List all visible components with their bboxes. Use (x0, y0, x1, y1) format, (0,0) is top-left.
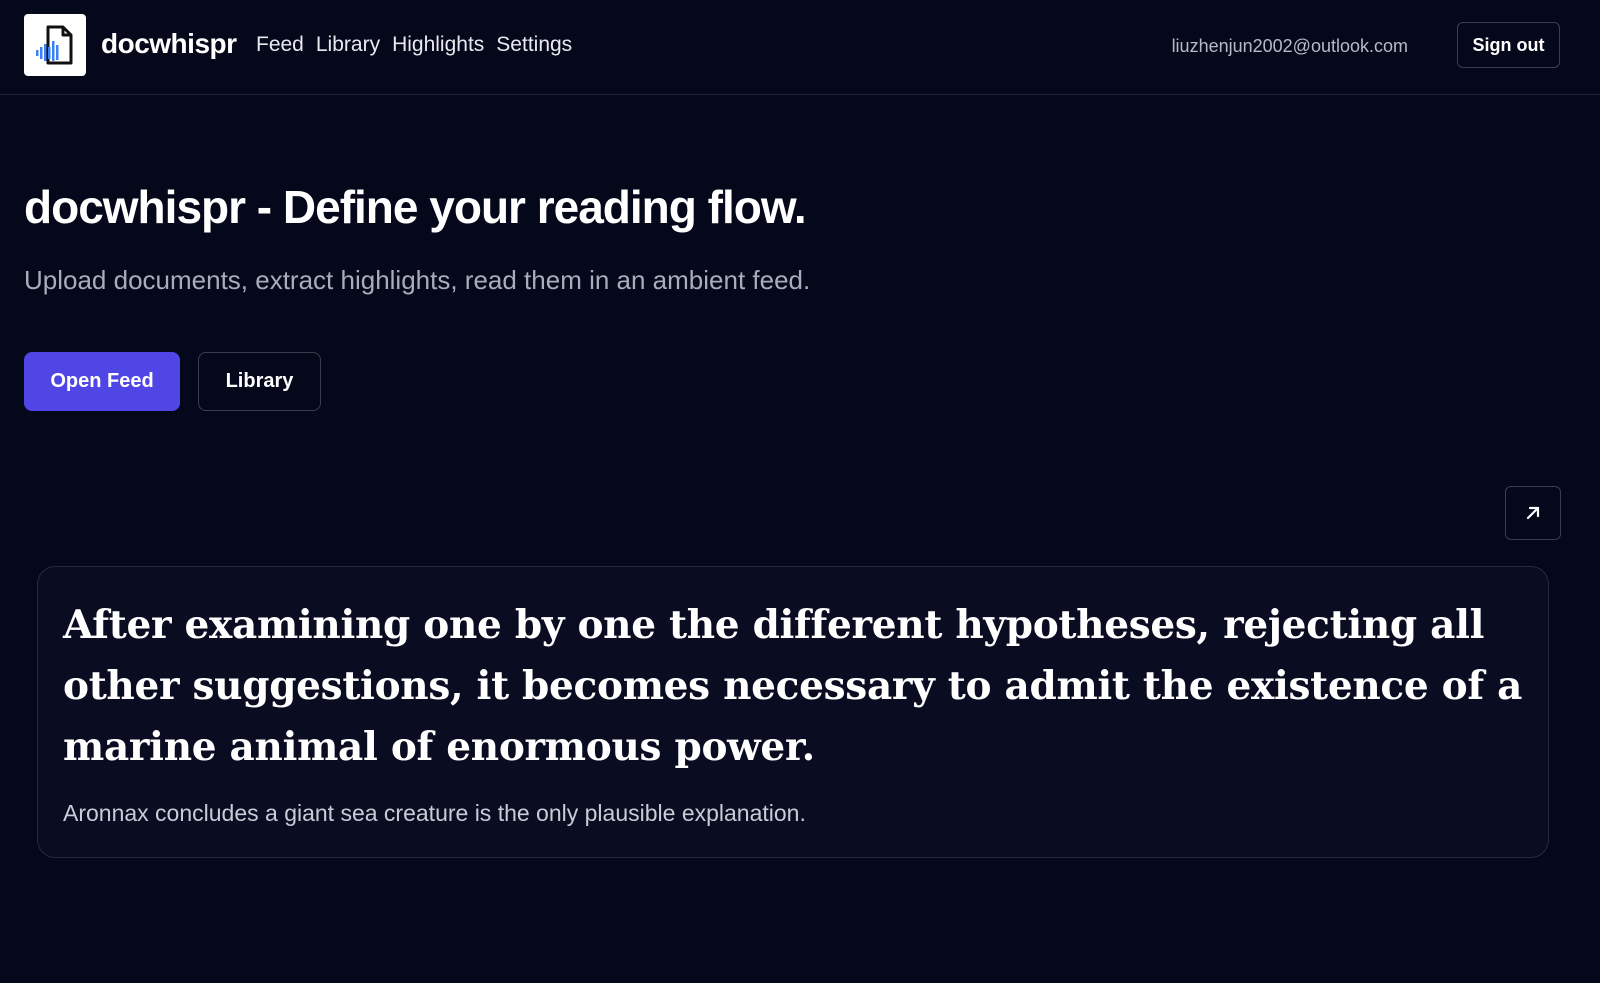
nav-settings[interactable]: Settings (496, 33, 572, 57)
app-logo[interactable] (24, 14, 86, 76)
top-navbar: docwhispr Feed Library Highlights Settin… (0, 0, 1600, 95)
library-button[interactable]: Library (198, 352, 321, 411)
nav-highlights[interactable]: Highlights (392, 33, 484, 57)
page-subtitle: Upload documents, extract highlights, re… (24, 265, 811, 295)
open-feed-button[interactable]: Open Feed (24, 352, 180, 411)
brand-name[interactable]: docwhispr (101, 28, 237, 60)
highlight-quote: After examining one by one the different… (63, 602, 1523, 770)
user-email: liuzhenjun2002@outlook.com (1171, 36, 1408, 56)
nav-library[interactable]: Library (316, 33, 380, 57)
nav-feed[interactable]: Feed (256, 33, 304, 57)
page-title: docwhispr - Define your reading flow. (24, 181, 807, 233)
document-audio-icon (36, 25, 73, 65)
open-highlight-button[interactable] (1505, 486, 1561, 540)
sign-out-button[interactable]: Sign out (1457, 22, 1560, 68)
main-nav: Feed Library Highlights Settings (256, 33, 572, 57)
highlight-card: After examining one by one the different… (37, 566, 1549, 858)
arrow-up-right-icon (1526, 506, 1540, 520)
highlight-note: Aronnax concludes a giant sea creature i… (63, 800, 806, 826)
